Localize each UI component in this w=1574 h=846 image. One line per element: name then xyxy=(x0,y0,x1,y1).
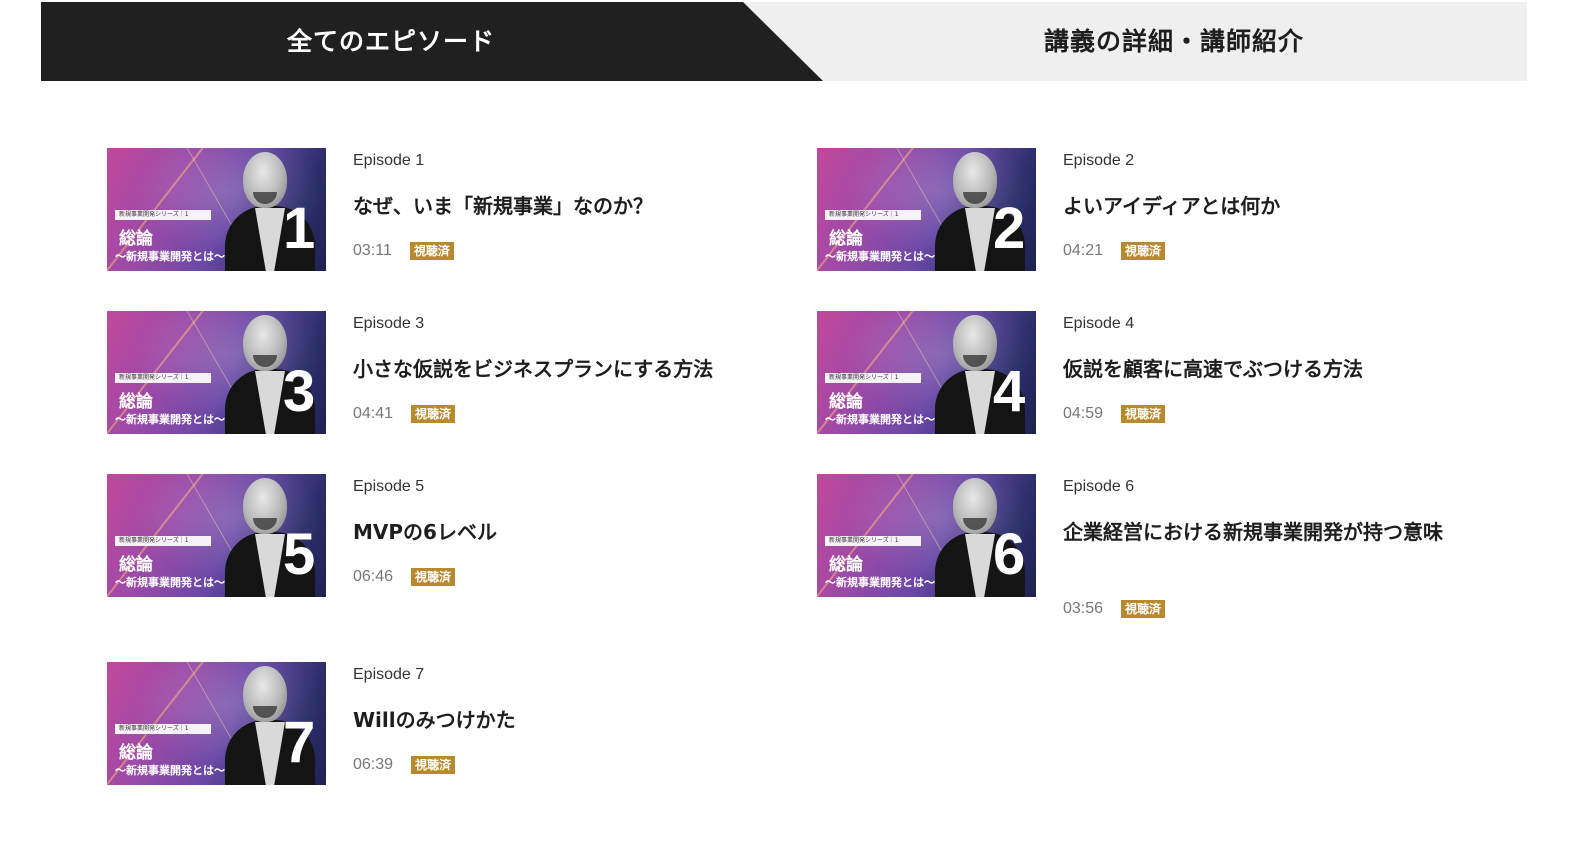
thumbnail-series-label: 新規事業開発シリーズ｜1 xyxy=(115,210,211,220)
thumbnail-subtitle: 〜新規事業開発とは〜 xyxy=(115,576,225,589)
episode-label: Episode 7 xyxy=(353,666,425,683)
episode-label: Episode 3 xyxy=(353,315,425,332)
thumbnail-subtitle: 〜新規事業開発とは〜 xyxy=(115,764,225,777)
episode-meta: 03:11 視聴済 xyxy=(353,240,454,262)
thumbnail-episode-number: 3 xyxy=(283,359,316,424)
thumbnail-series-label: 新規事業開発シリーズ｜1 xyxy=(825,373,921,383)
episode-thumbnail[interactable]: 新規事業開発シリーズ｜1 総論 〜新規事業開発とは〜 6 xyxy=(817,474,1036,597)
episode-item[interactable]: 新規事業開発シリーズ｜1 総論 〜新規事業開発とは〜 3 Episode 3 小… xyxy=(107,311,757,441)
episode-thumbnail[interactable]: 新規事業開発シリーズ｜1 総論 〜新規事業開発とは〜 7 xyxy=(107,662,326,785)
thumbnail-episode-number: 5 xyxy=(283,522,316,587)
watched-badge: 視聴済 xyxy=(1121,404,1166,423)
watched-badge: 視聴済 xyxy=(409,241,454,260)
thumbnail-title: 総論 xyxy=(119,392,153,412)
tab-bar: 全てのエピソード 講義の詳細・講師紹介 xyxy=(41,2,1527,81)
thumbnail-episode-number: 1 xyxy=(283,196,316,261)
episode-meta: 04:21 視聴済 xyxy=(1063,240,1166,262)
episode-thumbnail[interactable]: 新規事業開発シリーズ｜1 総論 〜新規事業開発とは〜 1 xyxy=(107,148,326,271)
thumbnail-subtitle: 〜新規事業開発とは〜 xyxy=(825,250,935,263)
watched-badge: 視聴済 xyxy=(411,567,456,586)
episode-duration: 03:11 xyxy=(353,241,392,259)
thumbnail-title: 総論 xyxy=(119,743,153,763)
thumbnail-episode-number: 7 xyxy=(283,710,316,775)
thumbnail-subtitle: 〜新規事業開発とは〜 xyxy=(115,250,225,263)
episode-meta: 04:41 視聴済 xyxy=(353,403,456,425)
episode-meta: 03:56 視聴済 xyxy=(1063,598,1166,620)
episode-duration: 06:46 xyxy=(353,567,394,585)
episode-thumbnail[interactable]: 新規事業開発シリーズ｜1 総論 〜新規事業開発とは〜 5 xyxy=(107,474,326,597)
episode-title[interactable]: なぜ、いま「新規事業」なのか？ xyxy=(353,190,743,222)
thumbnail-series-label: 新規事業開発シリーズ｜1 xyxy=(115,536,211,546)
watched-badge: 視聴済 xyxy=(411,755,456,774)
thumbnail-subtitle: 〜新規事業開発とは〜 xyxy=(825,413,935,426)
episode-label: Episode 4 xyxy=(1063,315,1135,332)
watched-badge: 視聴済 xyxy=(1121,599,1166,618)
episode-duration: 03:56 xyxy=(1063,599,1104,617)
episode-meta: 06:39 視聴済 xyxy=(353,754,456,776)
episode-item[interactable]: 新規事業開発シリーズ｜1 総論 〜新規事業開発とは〜 7 Episode 7 W… xyxy=(107,662,757,792)
thumbnail-series-label: 新規事業開発シリーズ｜1 xyxy=(825,210,921,220)
thumbnail-subtitle: 〜新規事業開発とは〜 xyxy=(115,413,225,426)
tab-lecture-details[interactable]: 講義の詳細・講師紹介 xyxy=(821,2,1527,81)
thumbnail-episode-number: 6 xyxy=(993,522,1026,587)
episode-title[interactable]: 小さな仮説をビジネスプランにする方法 xyxy=(353,353,743,385)
thumbnail-episode-number: 4 xyxy=(993,359,1026,424)
episode-thumbnail[interactable]: 新規事業開発シリーズ｜1 総論 〜新規事業開発とは〜 4 xyxy=(817,311,1036,434)
thumbnail-title: 総論 xyxy=(829,555,863,575)
episode-title[interactable]: 企業経営における新規事業開発が持つ意味 xyxy=(1063,516,1453,548)
episode-meta: 04:59 視聴済 xyxy=(1063,403,1166,425)
episode-thumbnail[interactable]: 新規事業開発シリーズ｜1 総論 〜新規事業開発とは〜 3 xyxy=(107,311,326,434)
watched-badge: 視聴済 xyxy=(1121,241,1166,260)
thumbnail-title: 総論 xyxy=(119,229,153,249)
episode-duration: 04:59 xyxy=(1063,404,1104,422)
episode-title[interactable]: よいアイディアとは何か xyxy=(1063,190,1453,222)
thumbnail-title: 総論 xyxy=(829,229,863,249)
episode-title[interactable]: 仮説を顧客に高速でぶつける方法 xyxy=(1063,353,1453,385)
episode-label: Episode 6 xyxy=(1063,478,1135,495)
thumbnail-series-label: 新規事業開発シリーズ｜1 xyxy=(825,536,921,546)
episode-title[interactable]: MVPの6レベル xyxy=(353,516,743,548)
episode-title[interactable]: Willのみつけかた xyxy=(353,704,743,736)
watched-badge: 視聴済 xyxy=(411,404,456,423)
thumbnail-subtitle: 〜新規事業開発とは〜 xyxy=(825,576,935,589)
episode-label: Episode 5 xyxy=(353,478,425,495)
episode-item[interactable]: 新規事業開発シリーズ｜1 総論 〜新規事業開発とは〜 4 Episode 4 仮… xyxy=(817,311,1467,441)
episode-duration: 04:41 xyxy=(353,404,394,422)
episode-label: Episode 2 xyxy=(1063,152,1135,169)
thumbnail-title: 総論 xyxy=(829,392,863,412)
episode-item[interactable]: 新規事業開発シリーズ｜1 総論 〜新規事業開発とは〜 6 Episode 6 企… xyxy=(817,474,1467,634)
thumbnail-title: 総論 xyxy=(119,555,153,575)
thumbnail-series-label: 新規事業開発シリーズ｜1 xyxy=(115,373,211,383)
episode-duration: 04:21 xyxy=(1063,241,1104,259)
thumbnail-series-label: 新規事業開発シリーズ｜1 xyxy=(115,724,211,734)
episode-duration: 06:39 xyxy=(353,755,394,773)
episode-item[interactable]: 新規事業開発シリーズ｜1 総論 〜新規事業開発とは〜 5 Episode 5 M… xyxy=(107,474,757,604)
episode-meta: 06:46 視聴済 xyxy=(353,566,456,588)
tab-all-episodes[interactable]: 全てのエピソード xyxy=(41,2,741,81)
episode-label: Episode 1 xyxy=(353,152,425,169)
episode-item[interactable]: 新規事業開発シリーズ｜1 総論 〜新規事業開発とは〜 1 Episode 1 な… xyxy=(107,148,757,278)
thumbnail-episode-number: 2 xyxy=(993,196,1026,261)
episode-thumbnail[interactable]: 新規事業開発シリーズ｜1 総論 〜新規事業開発とは〜 2 xyxy=(817,148,1036,271)
episode-item[interactable]: 新規事業開発シリーズ｜1 総論 〜新規事業開発とは〜 2 Episode 2 よ… xyxy=(817,148,1467,278)
